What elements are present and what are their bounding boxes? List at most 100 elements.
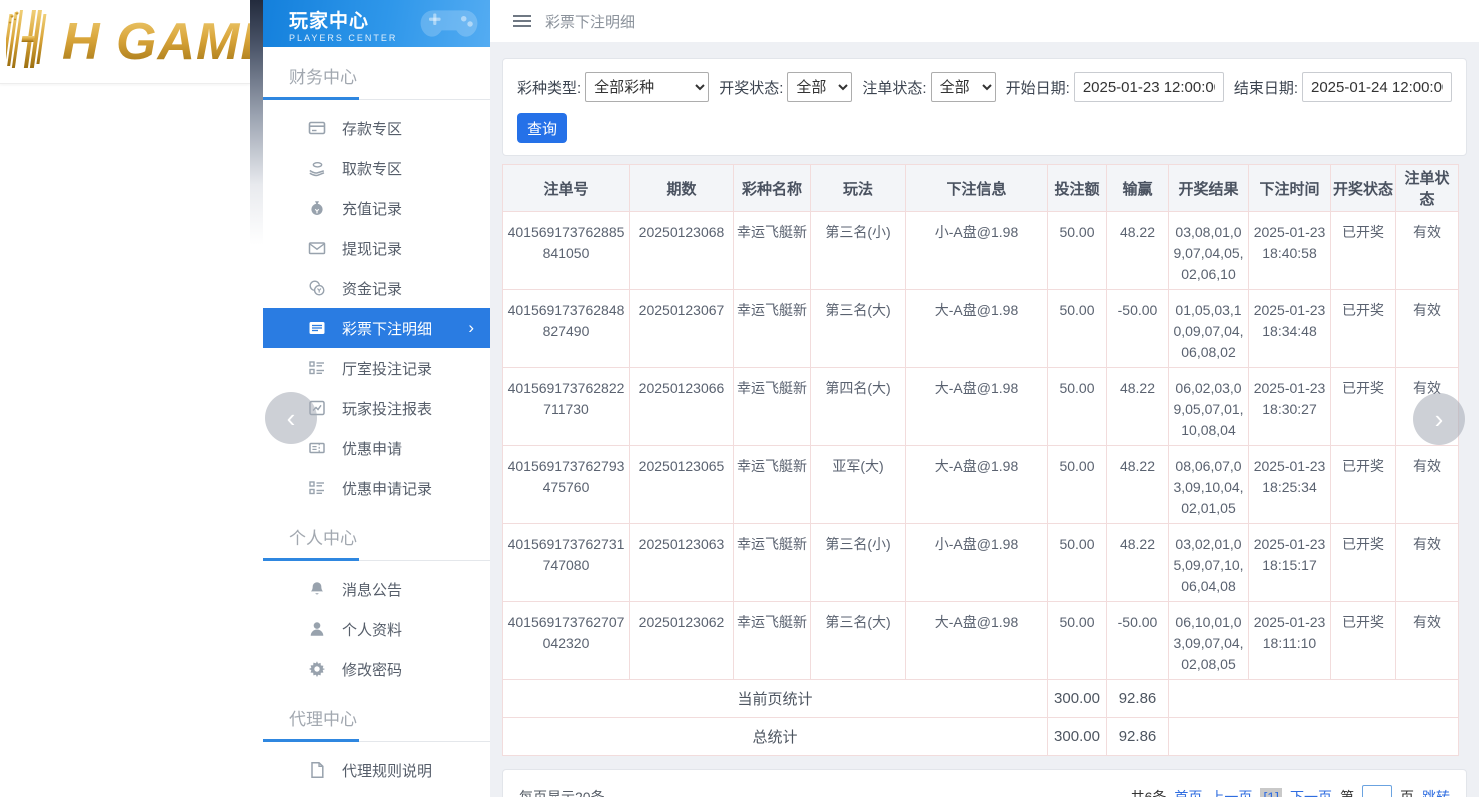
cell-time: 2025-01-23 18:11:10 [1249,602,1331,680]
cell-play: 亚军(大) [811,446,906,524]
filter-panel: 彩种类型: 全部彩种 开奖状态: 全部 注单状态: 全部 开始日期: 结束日期:… [502,58,1467,156]
table-header-row: 注单号期数彩种名称玩法下注信息投注额输赢开奖结果下注时间开奖状态注单状态 [503,165,1459,212]
prev-page-link[interactable]: 上一页 [1210,787,1252,797]
sidebar-section-title: 个人中心 [263,508,490,549]
sidebar-item-label: 提现记录 [342,238,402,259]
cell-bet-info: 小-A盘@1.98 [906,524,1048,602]
cell-time: 2025-01-23 18:15:17 [1249,524,1331,602]
cell-order-status: 有效 [1396,524,1459,602]
cell-draw-status: 已开奖 [1331,524,1396,602]
cell-period: 20250123062 [630,602,734,680]
hamburger-menu-icon[interactable] [513,12,531,30]
sidebar-item-label: 代理规则说明 [342,760,432,781]
next-page-link[interactable]: 下一页 [1290,787,1332,797]
sidebar-item[interactable]: 存款专区 [263,108,490,148]
search-button[interactable]: 查询 [517,113,567,143]
draw-status-select[interactable]: 全部 [787,72,852,102]
cell-win-loss: -50.00 [1107,290,1169,368]
collapse-left-button[interactable]: ‹ [265,392,317,444]
table-row: 40156917376273174708020250123063幸运飞艇新第三名… [503,524,1459,602]
cell-play: 第三名(小) [811,524,906,602]
summary-amount: 300.00 [1048,718,1107,756]
cell-draw-status: 已开奖 [1331,446,1396,524]
table-row: 40156917376284882749020250123067幸运飞艇新第三名… [503,290,1459,368]
cell-play: 第三名(大) [811,290,906,368]
sidebar-item[interactable]: 资金记录 [263,268,490,308]
expand-right-button[interactable]: › [1413,393,1465,445]
logo-bar: H GAME [0,0,250,84]
sidebar-item-label: 优惠申请记录 [342,478,432,499]
cell-result: 01,05,03,10,09,07,04,06,08,02 [1169,290,1249,368]
summary-row: 总统计300.0092.86 [503,718,1459,756]
start-date-label: 开始日期: [1006,77,1070,98]
cell-period: 20250123067 [630,290,734,368]
table-row: 40156917376279347576020250123065幸运飞艇新亚军(… [503,446,1459,524]
cell-result: 03,08,01,09,07,04,05,02,06,10 [1169,212,1249,290]
grid-list-icon [308,479,326,497]
sidebar-item[interactable]: 消息公告 [263,569,490,609]
logo-text: H GAME [62,12,250,72]
bets-table: 注单号期数彩种名称玩法下注信息投注额输赢开奖结果下注时间开奖状态注单状态 401… [502,164,1459,756]
sidebar-item-label: 厅室投注记录 [342,358,432,379]
cell-lottery: 幸运飞艇新 [734,368,811,446]
cell-lottery: 幸运飞艇新 [734,524,811,602]
sidebar-item-label: 取款专区 [342,158,402,179]
cell-play: 第三名(大) [811,602,906,680]
sidebar-item[interactable]: 充值记录 [263,188,490,228]
bell-icon [308,580,326,598]
cell-order-status: 有效 [1396,212,1459,290]
order-status-label: 注单状态: [862,77,926,98]
sidebar-item[interactable]: 修改密码 [263,649,490,689]
section-divider [263,97,490,100]
sidebar-item[interactable]: 优惠申请记录 [263,468,490,508]
cell-play: 第三名(小) [811,212,906,290]
bets-table-wrap: 注单号期数彩种名称玩法下注信息投注额输赢开奖结果下注时间开奖状态注单状态 401… [502,164,1467,756]
lottery-type-select[interactable]: 全部彩种 [585,72,709,102]
cell-order-status: 有效 [1396,290,1459,368]
sidebar-item[interactable]: 代理团队统计 [263,790,490,797]
sidebar-item-label: 玩家投注报表 [342,398,432,419]
jump-button[interactable]: 跳转 [1422,787,1450,797]
column-header: 输赢 [1107,165,1169,212]
gamepad-icon [416,4,482,49]
summary-label: 总统计 [503,718,1048,756]
sidebar-item[interactable]: 代理规则说明 [263,750,490,790]
pagination-bar: 每页显示20条 共6条 首页 上一页 [1] 下一页 第 页 跳转 [502,769,1467,797]
page-title: 彩票下注明细 [545,11,635,32]
first-page-link[interactable]: 首页 [1174,787,1202,797]
page-jump-input[interactable] [1362,785,1392,797]
table-row: 40156917376282271173020250123066幸运飞艇新第四名… [503,368,1459,446]
summary-label: 当前页统计 [503,680,1048,718]
cell-win-loss: 48.22 [1107,212,1169,290]
sidebar-item-list: 代理规则说明代理团队统计 [263,742,490,797]
cell-order-no: 401569173762707042320 [503,602,630,680]
cell-bet-info: 大-A盘@1.98 [906,368,1048,446]
sidebar-item-list: 存款专区取款专区充值记录提现记录资金记录彩票下注明细› 厅室投注记录玩家投注报表优… [263,100,490,508]
cell-amount: 50.00 [1048,368,1107,446]
sidebar-item[interactable]: 个人资料 [263,609,490,649]
column-header: 期数 [630,165,734,212]
summary-win-loss: 92.86 [1107,718,1169,756]
sidebar-item-label: 彩票下注明细 [342,318,432,339]
sidebar-item[interactable]: 厅室投注记录 [263,348,490,388]
column-header: 注单状态 [1396,165,1459,212]
chevron-right-icon: › [1435,404,1444,435]
hand-withdraw-icon [308,159,326,177]
summary-row: 当前页统计300.0092.86 [503,680,1459,718]
sidebar-item[interactable]: 提现记录 [263,228,490,268]
order-status-select[interactable]: 全部 [931,72,996,102]
cell-win-loss: 48.22 [1107,446,1169,524]
summary-empty [1169,680,1459,718]
end-date-input[interactable] [1302,72,1452,102]
cell-result: 06,10,01,03,09,07,04,02,08,05 [1169,602,1249,680]
sidebar-item[interactable]: 彩票下注明细› [263,308,490,348]
cell-win-loss: 48.22 [1107,368,1169,446]
cell-lottery: 幸运飞艇新 [734,290,811,368]
column-header: 注单号 [503,165,630,212]
sidebar-item[interactable]: 取款专区 [263,148,490,188]
sidebar-item-label: 充值记录 [342,198,402,219]
start-date-input[interactable] [1074,72,1224,102]
sidebar-item-label: 消息公告 [342,579,402,600]
cell-amount: 50.00 [1048,290,1107,368]
cell-period: 20250123068 [630,212,734,290]
